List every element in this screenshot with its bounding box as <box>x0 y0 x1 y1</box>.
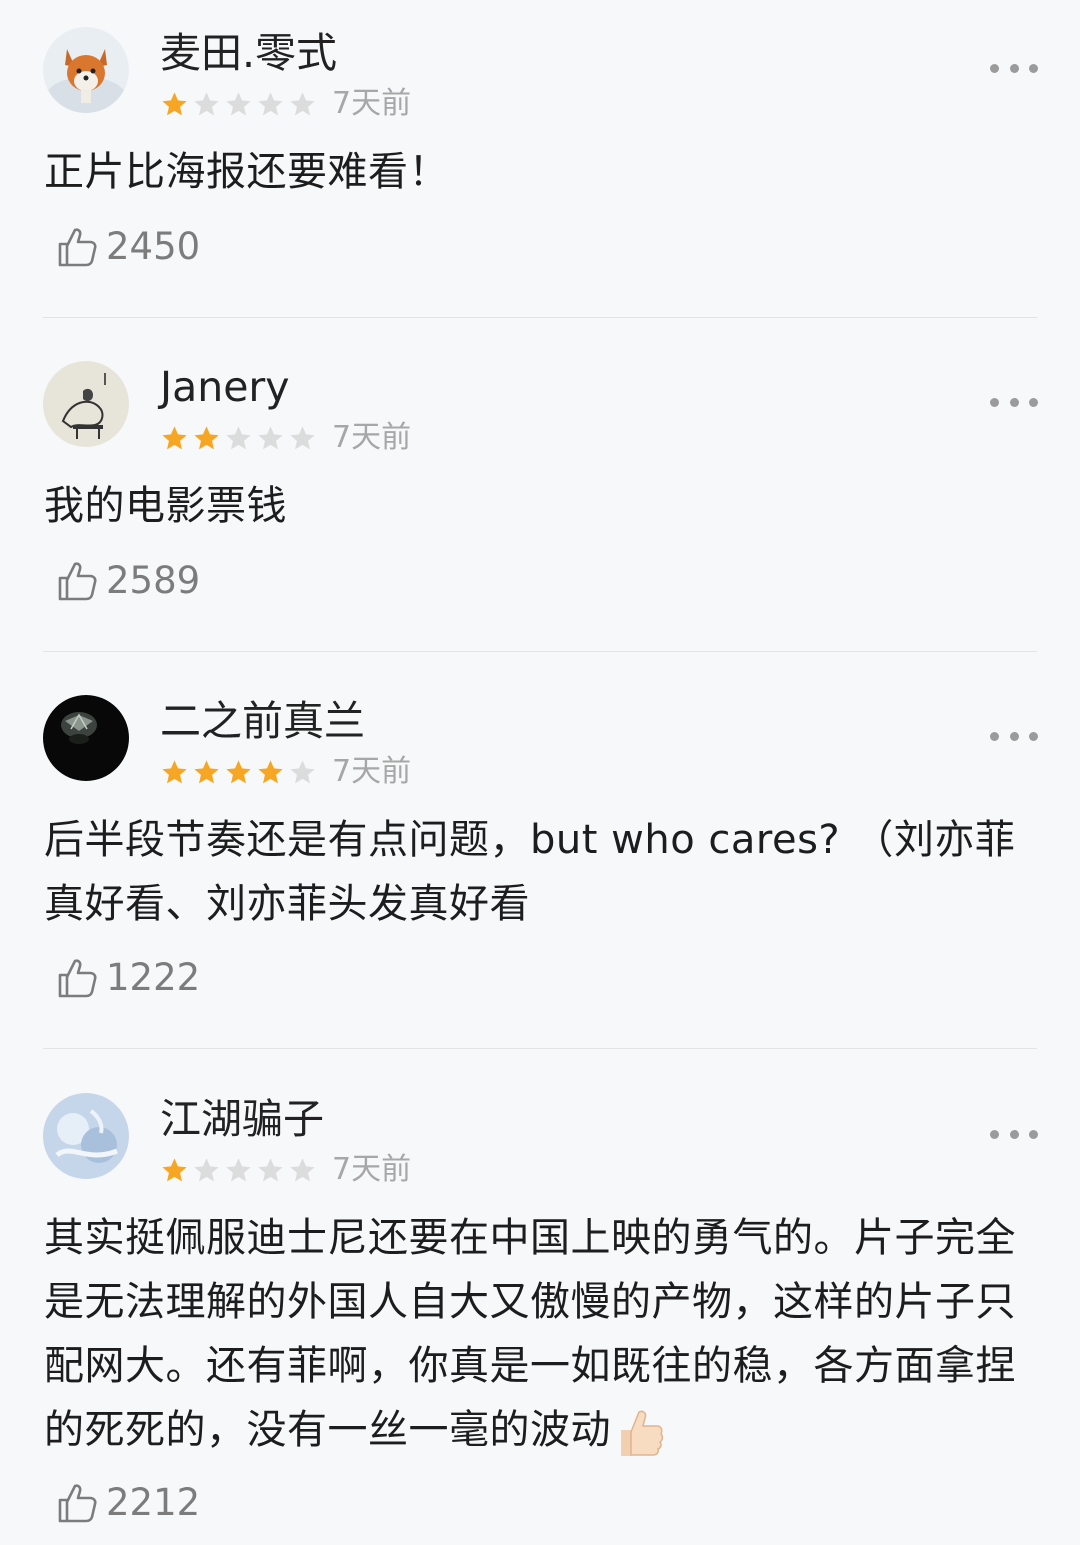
more-dots-icon[interactable] <box>990 1124 1038 1144</box>
star-filled-icon <box>258 759 283 783</box>
more-dots-icon[interactable] <box>990 392 1038 412</box>
rating-row: 7天前 <box>160 754 411 790</box>
avatar[interactable] <box>43 695 129 781</box>
star-filled-icon <box>162 1157 187 1181</box>
like-button[interactable]: 2450 <box>56 223 200 271</box>
review-feed: 麦田.零式 7天前 正片比海报还要难看！ 2450 Janery 7天前 我的电… <box>0 0 1080 1545</box>
more-dots-icon[interactable] <box>990 58 1038 78</box>
username[interactable]: 麦田.零式 <box>160 28 337 78</box>
divider <box>43 317 1037 318</box>
rating-row: 7天前 <box>160 86 411 122</box>
review-text: 后半段节奏还是有点问题，but who cares? （刘亦菲真好看、刘亦菲头发… <box>44 817 1016 927</box>
star-rating <box>160 424 320 453</box>
star-filled-icon <box>194 759 219 783</box>
star-empty-icon <box>290 91 315 115</box>
more-dots-icon[interactable] <box>990 726 1038 746</box>
thumbs-up-outline-icon <box>58 562 97 601</box>
avatar[interactable] <box>43 1093 129 1179</box>
star-empty-icon <box>290 759 315 783</box>
like-count: 2212 <box>106 1481 201 1524</box>
timestamp: 7天前 <box>332 754 412 789</box>
star-empty-icon <box>290 425 315 449</box>
thumbs-up-emoji-icon <box>621 1410 664 1456</box>
star-empty-icon <box>194 1157 219 1181</box>
review-text: 正片比海报还要难看！ <box>44 149 449 195</box>
username[interactable]: 江湖骗子 <box>160 1094 324 1144</box>
star-empty-icon <box>194 91 219 115</box>
username[interactable]: Janery <box>160 362 290 412</box>
like-count: 1222 <box>106 956 201 999</box>
like-button[interactable]: 2212 <box>56 1479 200 1527</box>
star-filled-icon <box>162 425 187 449</box>
star-empty-icon <box>258 425 283 449</box>
star-empty-icon <box>258 1157 283 1181</box>
divider <box>43 1048 1037 1049</box>
star-empty-icon <box>258 91 283 115</box>
review-text: 我的电影票钱 <box>44 483 287 529</box>
star-rating <box>160 758 320 787</box>
thumbs-up-outline-icon <box>58 959 97 998</box>
timestamp: 7天前 <box>332 420 412 455</box>
timestamp: 7天前 <box>332 1152 412 1187</box>
like-count: 2450 <box>106 225 201 268</box>
review-text: 其实挺佩服迪士尼还要在中国上映的勇气的。片子完全是无法理解的外国人自大又傲慢的产… <box>44 1206 1039 1462</box>
star-empty-icon <box>226 425 251 449</box>
avatar[interactable] <box>43 27 129 113</box>
star-empty-icon <box>226 1157 251 1181</box>
avatar[interactable] <box>43 361 129 447</box>
star-rating <box>160 90 320 119</box>
star-filled-icon <box>162 91 187 115</box>
username[interactable]: 二之前真兰 <box>160 696 365 746</box>
review-text-content: 其实挺佩服迪士尼还要在中国上映的勇气的。片子完全是无法理解的外国人自大又傲慢的产… <box>44 1215 1016 1453</box>
star-filled-icon <box>194 425 219 449</box>
star-rating <box>160 1156 320 1185</box>
star-filled-icon <box>226 759 251 783</box>
like-button[interactable]: 1222 <box>56 954 200 1002</box>
star-filled-icon <box>162 759 187 783</box>
star-empty-icon <box>226 91 251 115</box>
like-count: 2589 <box>106 559 201 602</box>
thumbs-up-outline-icon <box>58 228 97 267</box>
rating-row: 7天前 <box>160 1152 411 1188</box>
timestamp: 7天前 <box>332 86 412 121</box>
divider <box>43 651 1037 652</box>
like-button[interactable]: 2589 <box>56 557 200 605</box>
rating-row: 7天前 <box>160 420 411 456</box>
star-empty-icon <box>290 1157 315 1181</box>
thumbs-up-outline-icon <box>58 1484 97 1523</box>
